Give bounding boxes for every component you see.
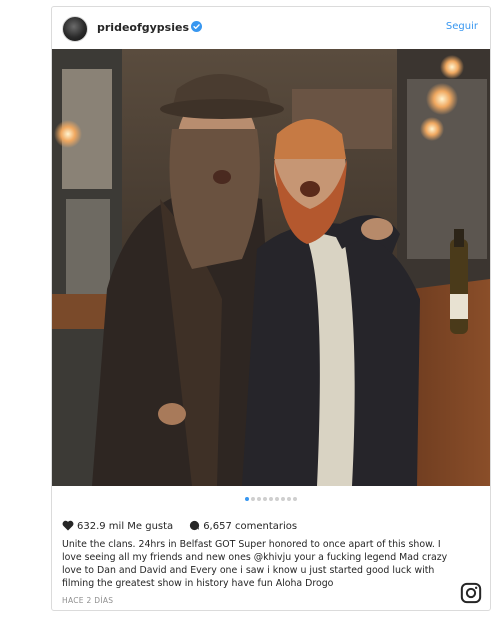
engagement-stats: 632.9 mil Me gusta 6,657 comentarios	[62, 520, 313, 534]
comment-bubble-icon[interactable]	[189, 520, 200, 531]
post-header: prideofgypsies Seguir	[52, 7, 490, 49]
carousel-indicator	[52, 497, 490, 503]
follow-button[interactable]: Seguir	[446, 21, 478, 32]
heart-icon[interactable]	[62, 520, 74, 531]
verified-badge-icon	[191, 21, 202, 32]
caption-line: Unite the clans. 24hrs in Belfast GOT Su…	[62, 539, 441, 550]
post-caption: Unite the clans. 24hrs in Belfast GOT Su…	[62, 538, 482, 590]
carousel-dot[interactable]	[281, 497, 285, 501]
carousel-dot[interactable]	[251, 497, 255, 501]
carousel-dot[interactable]	[257, 497, 261, 501]
caption-line: love seeing all my friends and new ones …	[62, 552, 448, 563]
username-link[interactable]: prideofgypsies	[97, 21, 189, 34]
caption-line: love to Dan and David and Every one i sa…	[62, 565, 435, 576]
carousel-dot[interactable]	[263, 497, 267, 501]
carousel-dot[interactable]	[269, 497, 273, 501]
profile-avatar[interactable]	[62, 16, 88, 42]
carousel-dot[interactable]	[287, 497, 291, 501]
carousel-dot[interactable]	[275, 497, 279, 501]
carousel-dot[interactable]	[293, 497, 297, 501]
caption-line: filming the greatest show in history hav…	[62, 578, 334, 589]
comments-count[interactable]: 6,657 comentarios	[203, 521, 297, 532]
instagram-logo-icon[interactable]	[460, 582, 482, 604]
post-photo[interactable]	[52, 49, 490, 486]
likes-count[interactable]: 632.9 mil Me gusta	[77, 521, 173, 532]
instagram-post-card: prideofgypsies Seguir 632.9 mil Me gusta…	[51, 6, 491, 611]
carousel-dot-active[interactable]	[245, 497, 249, 501]
post-timestamp[interactable]: HACE 2 DÍAS	[62, 596, 113, 605]
post-photo-image	[52, 49, 490, 486]
